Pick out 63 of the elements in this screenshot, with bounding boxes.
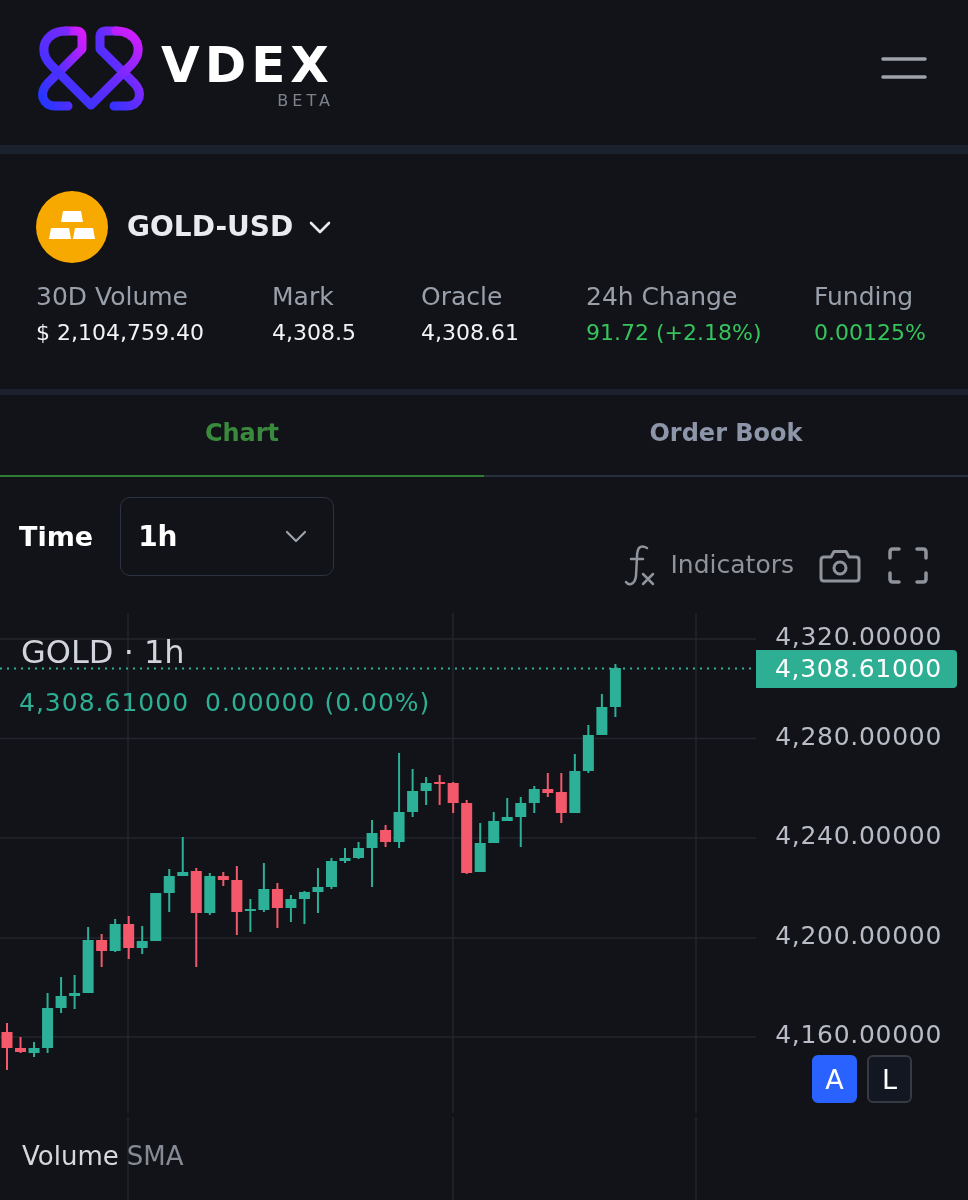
candle [298, 890, 310, 925]
scale-mode-button[interactable]: A [812, 1055, 857, 1103]
beta-tag: BETA [277, 92, 334, 110]
price-axis-label: 4,240.00000 [775, 824, 942, 849]
function-icon [623, 543, 656, 587]
stat-value: $ 2,104,759.40 [36, 319, 204, 347]
candle [285, 894, 297, 923]
price-axis-label: 4,280.00000 [775, 724, 942, 749]
fullscreen-icon[interactable] [888, 546, 928, 584]
menu-icon[interactable] [881, 56, 927, 80]
candle [596, 693, 608, 736]
stat-label: 30D Volume [36, 282, 188, 312]
ingot-stack-icon [36, 191, 108, 263]
stat-label: 24h Change [586, 282, 738, 312]
last-price-tag: 4,308.61000 [756, 650, 957, 688]
legend-close: 4,308.61000 [19, 689, 190, 717]
stat-value: 0.00125% [814, 319, 926, 347]
brand-name: VDEX [161, 42, 334, 88]
price-axis-label: 4,200.00000 [775, 923, 942, 948]
camera-icon[interactable] [819, 547, 861, 583]
candle [96, 933, 108, 968]
price-axis-label: 4,160.00000 [775, 1023, 942, 1048]
candle [488, 811, 500, 844]
tab[interactable]: Chart [0, 395, 484, 477]
candle [582, 724, 594, 774]
candle [447, 781, 459, 814]
candle [339, 847, 351, 864]
tab[interactable]: Order Book [484, 395, 968, 477]
legend-change: 0.00000 (0.00%) [205, 689, 431, 717]
logo-mark-icon [36, 25, 146, 111]
stat-value: 4,308.5 [272, 319, 356, 347]
candle [1, 1022, 13, 1071]
candle [271, 882, 283, 929]
stat-label: Funding [814, 282, 914, 312]
stat-label: Mark [272, 282, 334, 312]
candle [569, 753, 581, 814]
candle [109, 918, 121, 953]
stat-value: 91.72 (+2.18%) [586, 319, 762, 347]
candle [501, 797, 513, 822]
indicators-button[interactable]: Indicators [623, 543, 794, 587]
candle [366, 819, 378, 888]
stat-label: Oracle [421, 282, 503, 312]
legend-title: GOLD · 1h [21, 637, 185, 667]
scale-mode-button[interactable]: L [867, 1055, 912, 1103]
price-axis-label: 4,320.00000 [775, 625, 942, 649]
candle [163, 868, 175, 913]
candle [258, 862, 270, 913]
candle [353, 841, 364, 860]
chevron-down-icon [285, 530, 308, 543]
volume-title: Volume [22, 1141, 119, 1171]
candle [150, 892, 162, 942]
chevron-down-icon [309, 220, 332, 234]
time-label: Time [19, 521, 94, 552]
candle [326, 857, 337, 890]
candle [609, 663, 621, 718]
market-selector[interactable]: GOLD-USD [127, 209, 332, 245]
volume-study: SMA [126, 1141, 184, 1171]
interval-select[interactable]: 1h [120, 497, 335, 576]
candle [28, 1041, 40, 1058]
candle [15, 1036, 26, 1054]
candle [434, 774, 446, 806]
candle [312, 867, 324, 914]
stat-value: 4,308.61 [421, 319, 519, 347]
